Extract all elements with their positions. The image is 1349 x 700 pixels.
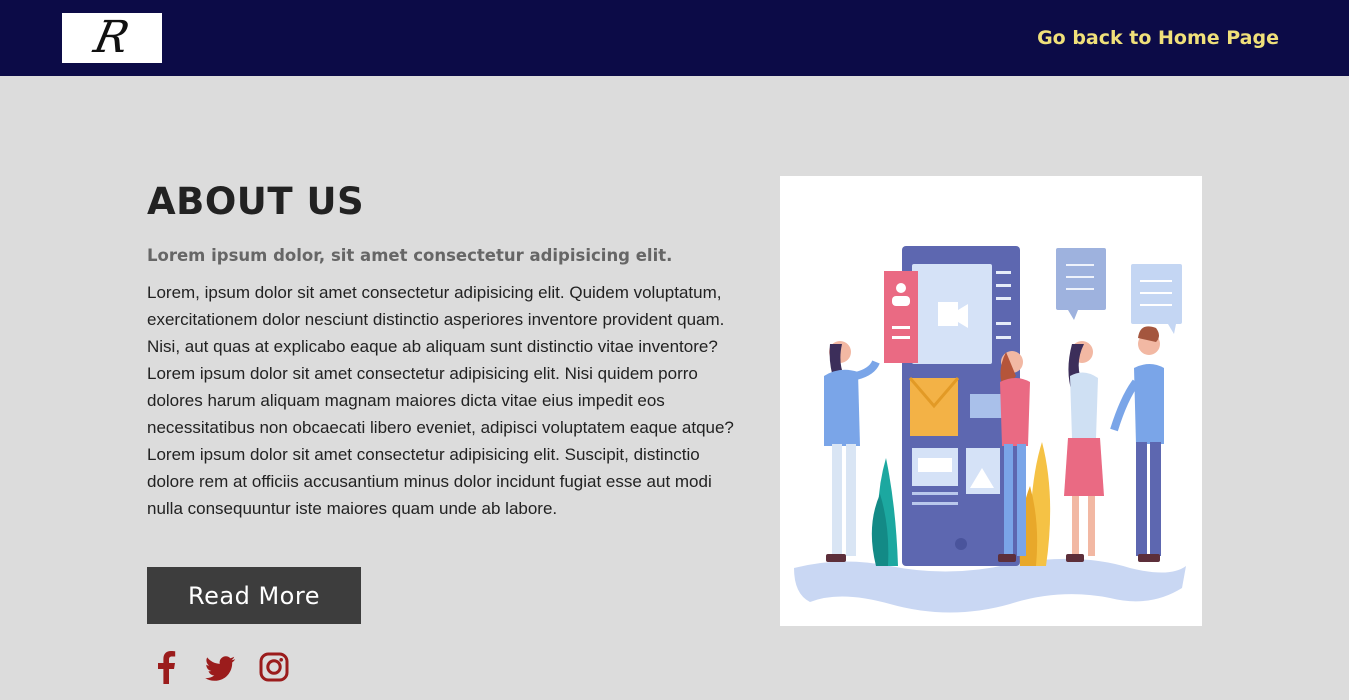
about-subtitle: Lorem ipsum dolor, sit amet consectetur … bbox=[147, 246, 673, 265]
logo-letter: R bbox=[90, 13, 135, 63]
top-navbar: R Go back to Home Page bbox=[0, 0, 1349, 76]
facebook-icon[interactable] bbox=[150, 650, 182, 684]
site-logo[interactable]: R bbox=[62, 13, 162, 63]
instagram-icon[interactable] bbox=[258, 650, 290, 684]
home-page-link[interactable]: Go back to Home Page bbox=[1037, 27, 1279, 49]
page-title: ABOUT US bbox=[147, 180, 365, 223]
about-body-text: Lorem, ipsum dolor sit amet consectetur … bbox=[147, 283, 734, 518]
read-more-button[interactable]: Read More bbox=[147, 567, 361, 624]
social-links bbox=[150, 650, 290, 684]
team-illustration bbox=[780, 176, 1202, 626]
twitter-icon[interactable] bbox=[204, 650, 236, 684]
